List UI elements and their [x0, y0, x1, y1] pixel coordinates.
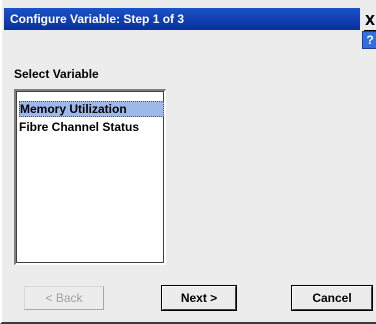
cancel-button[interactable]: Cancel [291, 285, 373, 311]
configure-variable-dialog: Configure Variable: Step 1 of 3 X ? Sele… [0, 0, 376, 324]
variable-listbox[interactable]: Memory Utilization Fibre Channel Status [14, 89, 166, 265]
select-variable-label: Select Variable [14, 67, 99, 81]
help-icon: ? [366, 33, 374, 47]
list-item-fibre-channel-status[interactable]: Fibre Channel Status [19, 119, 164, 135]
close-icon: X [364, 14, 376, 29]
list-item-memory-utilization[interactable]: Memory Utilization [19, 101, 164, 117]
back-button[interactable]: < Back [24, 286, 104, 310]
dialog-title: Configure Variable: Step 1 of 3 [10, 12, 185, 26]
help-button[interactable]: ? [362, 31, 376, 49]
dialog-title-bar: Configure Variable: Step 1 of 3 [4, 8, 360, 30]
next-button[interactable]: Next > [161, 285, 237, 311]
close-button[interactable]: X [363, 14, 376, 31]
